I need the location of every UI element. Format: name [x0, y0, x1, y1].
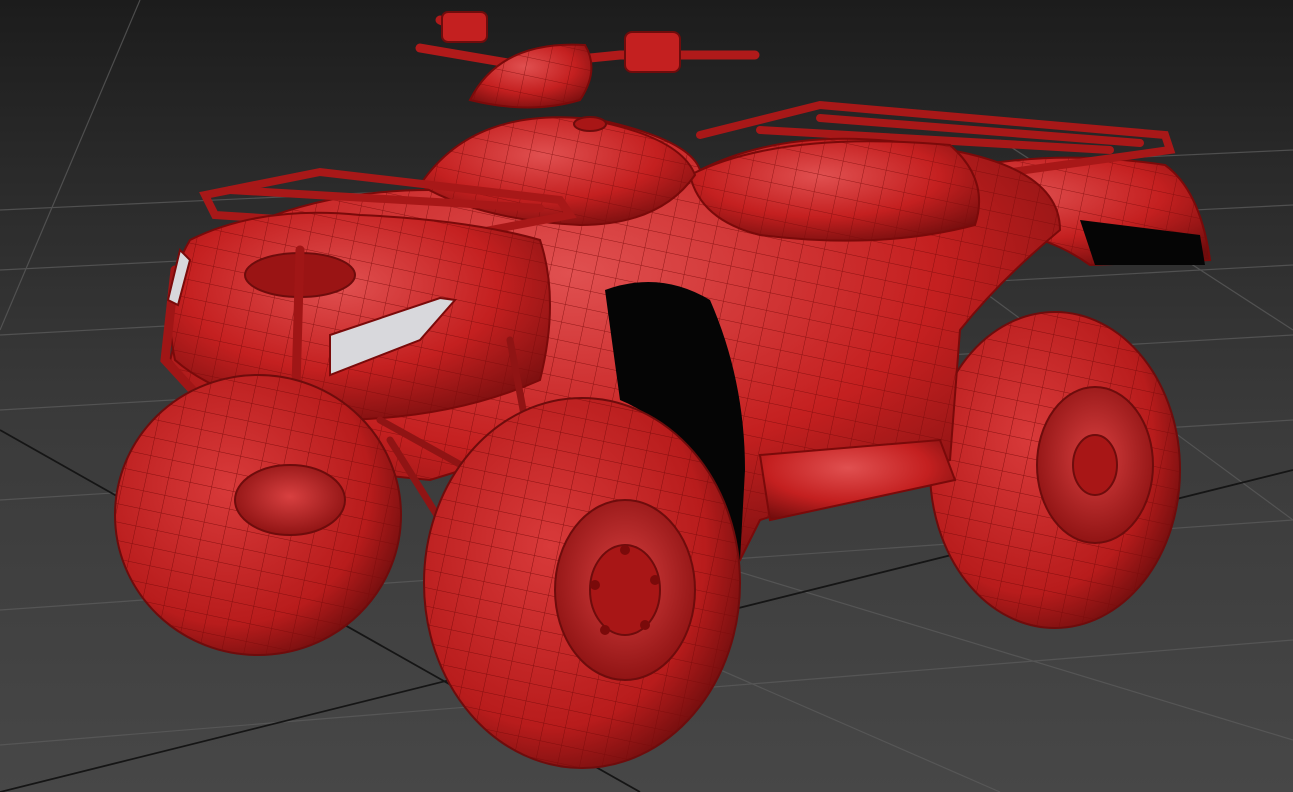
rear-wheel[interactable]: [929, 311, 1181, 629]
footboard: [758, 438, 957, 522]
3d-viewport[interactable]: [0, 0, 1293, 792]
front-right-wheel[interactable]: [423, 397, 741, 769]
atv-model[interactable]: [114, 11, 1212, 769]
front-left-wheel[interactable]: [114, 374, 402, 656]
fuel-cap: [573, 116, 607, 132]
scene-canvas[interactable]: [0, 0, 1293, 792]
front-left-wheel-hub: [234, 464, 346, 536]
